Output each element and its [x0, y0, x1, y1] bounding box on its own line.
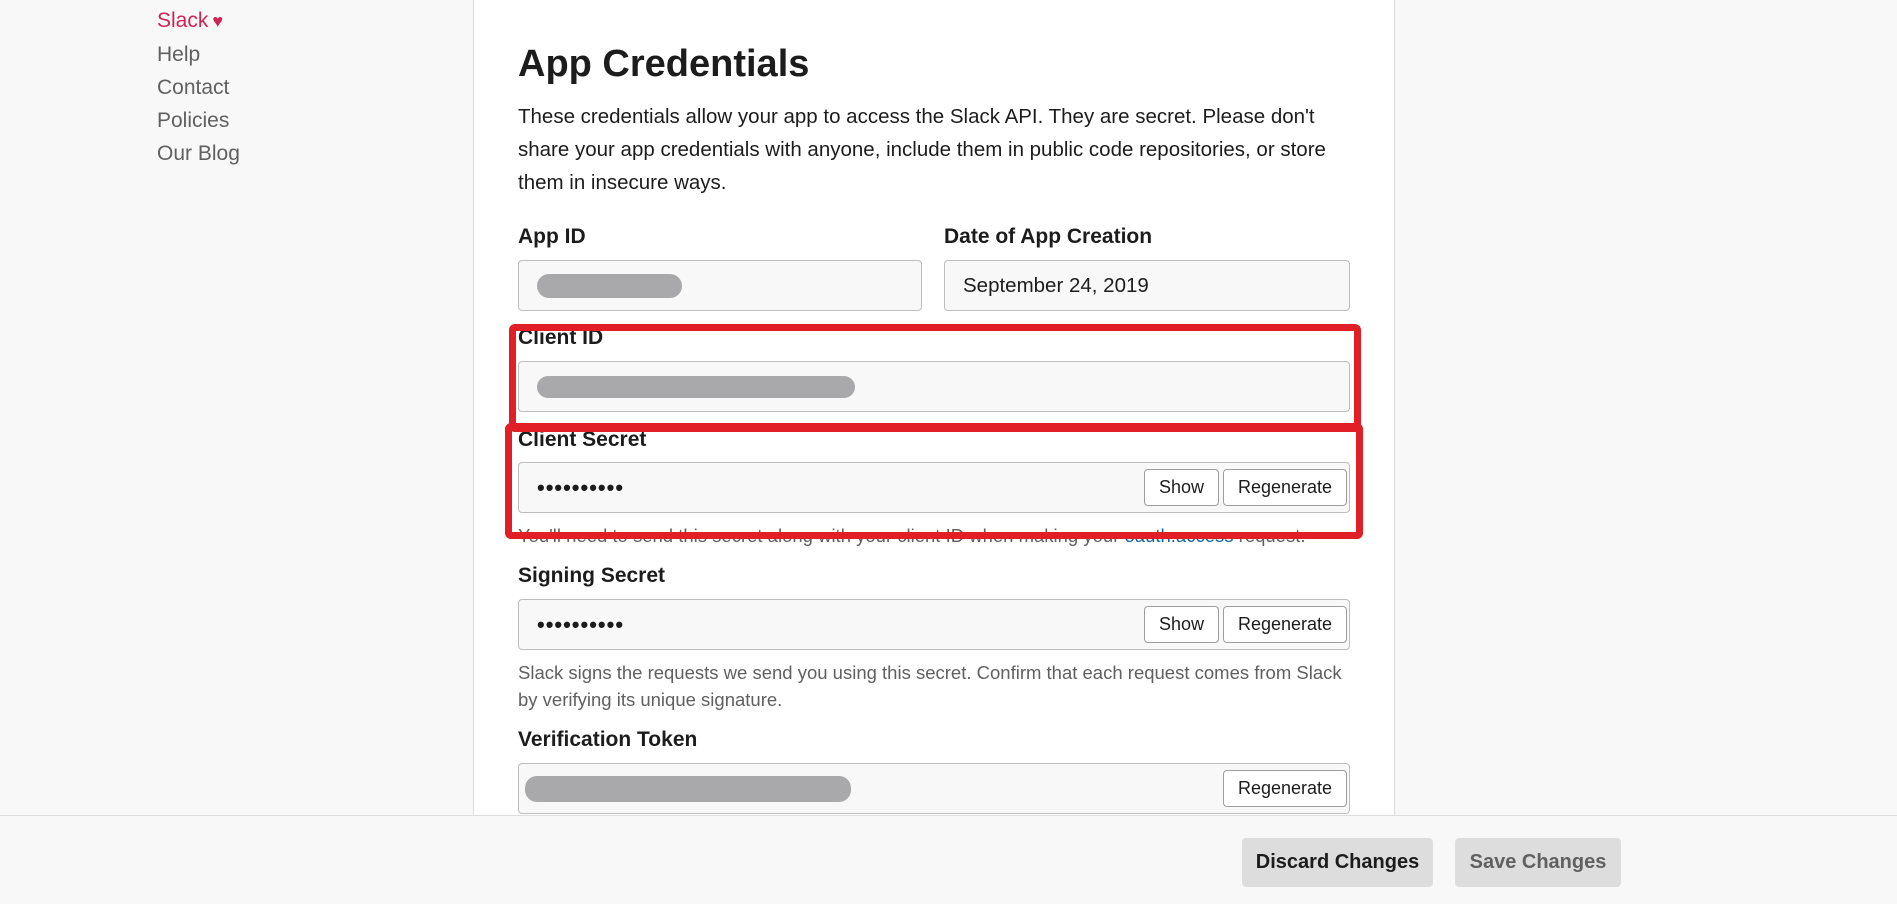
- client-secret-help-text: You'll need to send this secret along wi…: [518, 525, 1125, 546]
- client-secret-help: You'll need to send this secret along wi…: [518, 522, 1358, 549]
- nav-link-our-blog[interactable]: Our Blog: [157, 137, 240, 170]
- save-changes-button[interactable]: Save Changes: [1455, 838, 1621, 887]
- client-secret-field[interactable]: •••••••••• Show Regenerate: [518, 462, 1350, 513]
- signing-secret-label: Signing Secret: [518, 564, 666, 587]
- client-secret-label: Client Secret: [518, 428, 647, 451]
- verification-token-regenerate-button[interactable]: Regenerate: [1223, 770, 1347, 807]
- oauth-access-link[interactable]: oauth.access: [1125, 525, 1234, 546]
- client-secret-help-text-end: request.: [1233, 525, 1306, 546]
- client-secret-regenerate-button[interactable]: Regenerate: [1223, 469, 1347, 506]
- signing-secret-help: Slack signs the requests we send you usi…: [518, 662, 1342, 710]
- discard-changes-button[interactable]: Discard Changes: [1242, 838, 1433, 887]
- app-id-field[interactable]: [518, 260, 922, 311]
- signing-secret-regenerate-button[interactable]: Regenerate: [1223, 606, 1347, 643]
- bottom-action-bar: Discard Changes Save Changes: [0, 815, 1897, 904]
- nav-link-help[interactable]: Help: [157, 38, 240, 71]
- signing-secret-show-button[interactable]: Show: [1144, 606, 1219, 643]
- date-created-value: September 24, 2019: [963, 273, 1149, 297]
- verification-token-label: Verification Token: [518, 728, 698, 751]
- signing-secret-field[interactable]: •••••••••• Show Regenerate: [518, 599, 1350, 650]
- nav-link-slack-label: Slack: [157, 9, 209, 32]
- client-id-field[interactable]: [518, 361, 1350, 412]
- app-id-redacted: [537, 273, 682, 298]
- app-id-label: App ID: [518, 225, 586, 248]
- verification-token-field[interactable]: Regenerate: [518, 763, 1350, 814]
- nav-link-contact[interactable]: Contact: [157, 71, 240, 104]
- client-id-label: Client ID: [518, 326, 604, 349]
- verification-token-redacted: [525, 775, 851, 802]
- intro-text: These credentials allow your app to acce…: [518, 105, 1326, 194]
- client-secret-value: ••••••••••: [537, 474, 625, 500]
- left-nav: Slack ♥ Help Contact Policies Our Blog: [157, 4, 240, 170]
- signing-secret-value: ••••••••••: [537, 611, 625, 637]
- client-id-redacted: [537, 375, 855, 398]
- client-secret-show-button[interactable]: Show: [1144, 469, 1219, 506]
- page-title: App Credentials: [518, 43, 810, 85]
- date-created-field[interactable]: September 24, 2019: [944, 260, 1350, 311]
- date-created-label: Date of App Creation: [944, 225, 1153, 248]
- app-credentials-card: App Credentials These credentials allow …: [473, 0, 1395, 904]
- nav-link-policies[interactable]: Policies: [157, 104, 240, 137]
- nav-link-slack[interactable]: Slack ♥: [157, 4, 240, 38]
- heart-icon: ♥: [212, 11, 224, 31]
